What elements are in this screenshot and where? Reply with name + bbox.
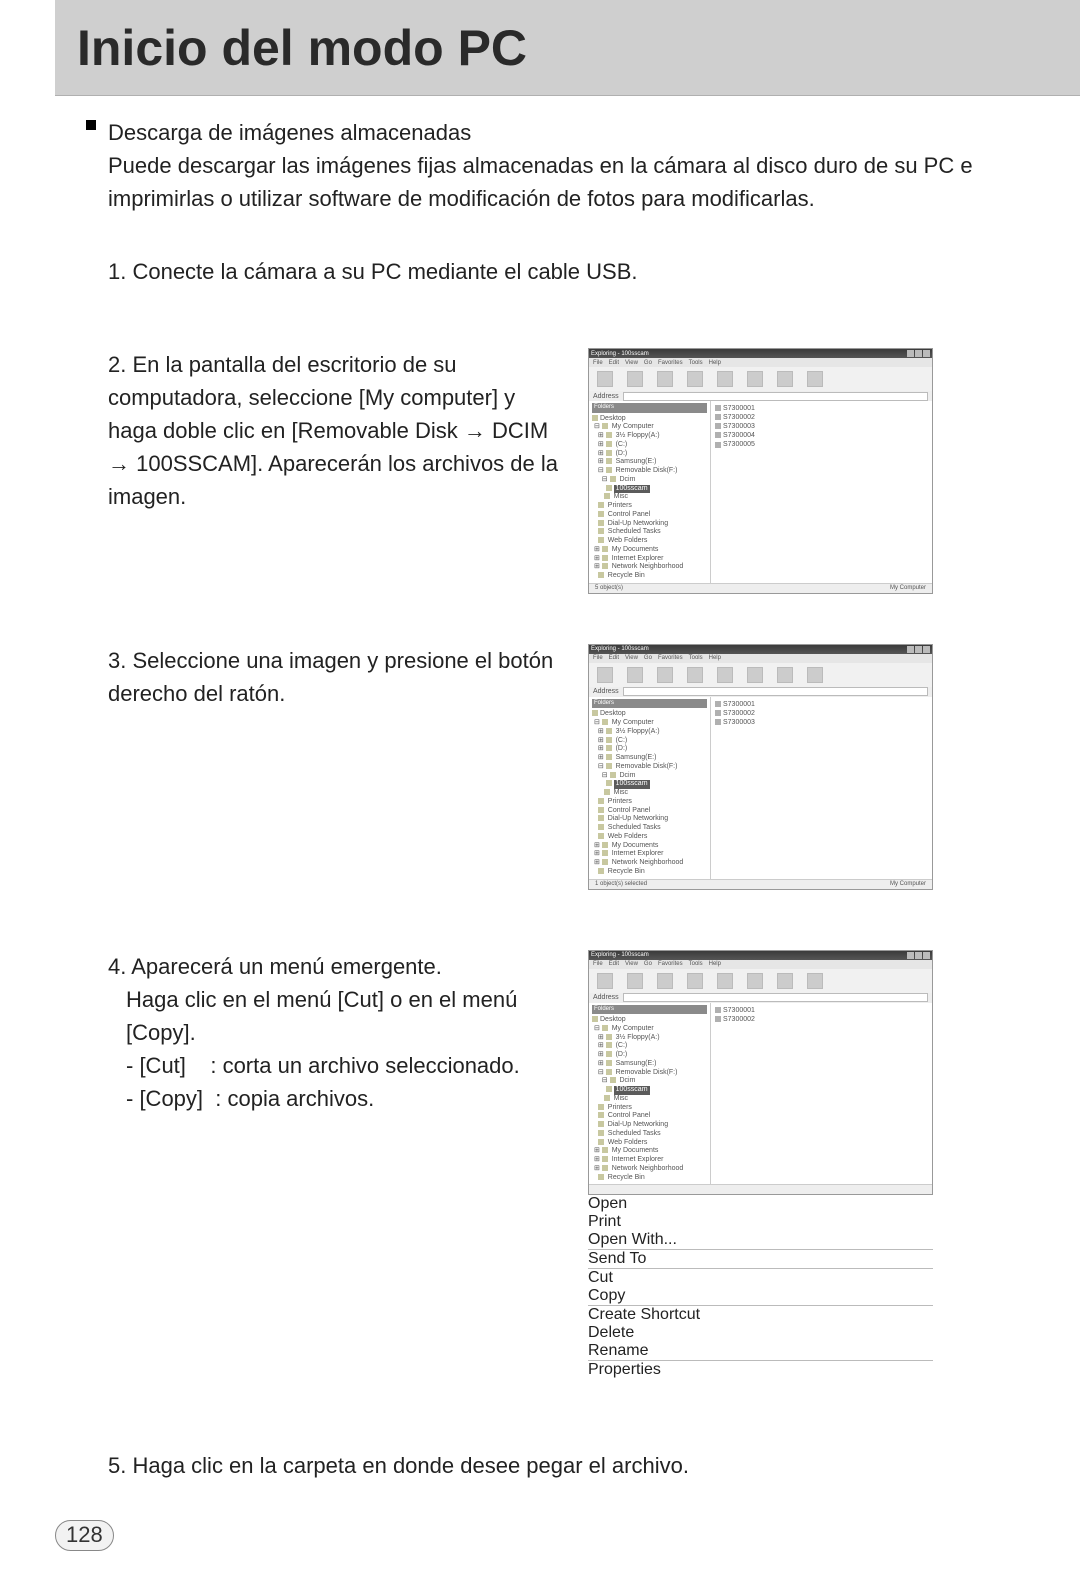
window-controls (907, 350, 930, 357)
address-bar: Address (589, 391, 932, 401)
step-3-figure: Exploring - 100sscam File Edit View Go F… (588, 644, 933, 890)
step-4: 4. Aparecerá un menú emergente. Haga cli… (80, 950, 1020, 1380)
step-1: 1. Conecte la cámara a su PC mediante el… (80, 255, 1020, 288)
step-2-text: 2. En la pantalla del escritorio de su c… (80, 348, 568, 513)
page-header: Inicio del modo PC (55, 0, 1080, 96)
intro-heading: Descarga de imágenes almacenadas (108, 116, 1020, 149)
page-number: 128 (55, 1520, 114, 1551)
intro-block: Descarga de imágenes almacenadas Puede d… (80, 116, 1020, 215)
bullet-icon (86, 120, 96, 130)
intro-body: Puede descargar las imágenes fijas almac… (108, 149, 1020, 215)
step-4-figure: Exploring - 100sscam File Edit View Go F… (588, 950, 933, 1380)
step-4c: - [Cut] : corta un archivo seleccionado. (108, 1049, 568, 1082)
step-2: 2. En la pantalla del escritorio de su c… (80, 348, 1020, 594)
explorer-window: Exploring - 100sscam File Edit View Go F… (588, 644, 933, 890)
step-4b: Haga clic en el menú [Cut] o en el menú … (108, 983, 568, 1049)
explorer-window: Exploring - 100sscam File Edit View Go F… (588, 348, 933, 594)
step-5: 5. Haga clic en la carpeta en donde dese… (80, 1449, 1020, 1482)
context-menu: Open Print Open With... Send To Cut Copy… (588, 1195, 933, 1379)
menu-bar: File Edit View Go Favorites Tools Help (589, 358, 932, 367)
toolbar (589, 367, 932, 391)
step-1-text: 1. Conecte la cámara a su PC mediante el… (80, 255, 1020, 288)
folder-tree: Folders Desktop ⊟ My Computer ⊞ 3½ Flopp… (589, 401, 711, 583)
explorer-window: Exploring - 100sscam File Edit View Go F… (588, 950, 933, 1196)
step-2-figure: Exploring - 100sscam File Edit View Go F… (588, 348, 933, 594)
step-4a: 4. Aparecerá un menú emergente. (108, 950, 568, 983)
step-5-text: 5. Haga clic en la carpeta en donde dese… (80, 1449, 1020, 1482)
step-3-text: 3. Seleccione una imagen y presione el b… (80, 644, 568, 710)
step-3: 3. Seleccione una imagen y presione el b… (80, 644, 1020, 890)
page-title: Inicio del modo PC (77, 19, 527, 77)
window-title: Exploring - 100sscam (591, 351, 649, 357)
step-4d: - [Copy] : copia archivos. (108, 1082, 568, 1115)
file-list: S7300001 S7300002 S7300003 S7300004 S730… (711, 401, 932, 583)
